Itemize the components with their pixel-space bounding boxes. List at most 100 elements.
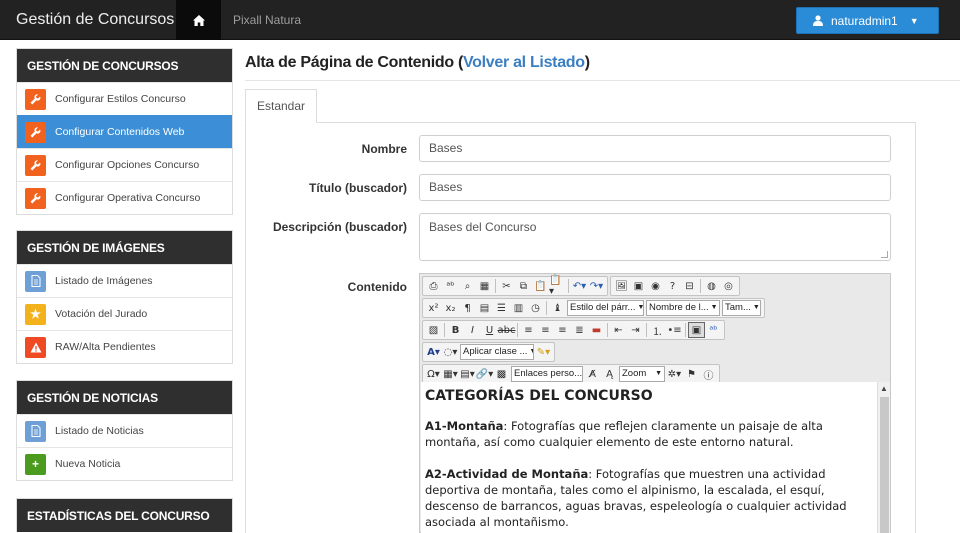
clear-format-icon[interactable]: ▬ — [588, 322, 605, 338]
redo-icon[interactable]: ↷▾ — [588, 278, 605, 294]
new-doc-icon[interactable]: ▧ — [425, 322, 442, 338]
description-value: Bases del Concurso — [429, 220, 537, 234]
editor-scrollbar[interactable]: ▲ — [877, 382, 890, 533]
scroll-thumb[interactable] — [880, 397, 889, 533]
preview-icon[interactable]: ⊟ — [681, 278, 698, 294]
calendar-icon[interactable]: ▥ — [510, 300, 527, 316]
remove-format-icon[interactable]: Ą — [601, 366, 618, 382]
resize-handle[interactable] — [881, 251, 888, 258]
seo-title-label: Título (buscador) — [309, 181, 407, 195]
sidebar-item-options[interactable]: Configurar Opciones Concurso — [17, 148, 232, 181]
undo-icon[interactable]: ↶▾ — [571, 278, 588, 294]
anchor-icon[interactable]: ▩ — [493, 366, 510, 382]
chevron-down-icon: ▼ — [752, 304, 760, 311]
sidebar-item-label: Configurar Operativa Concurso — [55, 192, 201, 204]
insert-table-icon[interactable]: ▦▾ — [442, 366, 459, 382]
description-field[interactable]: Bases del Concurso — [419, 213, 891, 261]
outdent-icon[interactable]: ⇤ — [610, 322, 627, 338]
sidebar-item-label: Votación del Jurado — [55, 308, 148, 320]
divider — [517, 323, 518, 337]
paste-special-icon[interactable]: 📋▾ — [549, 275, 566, 297]
special-char-icon[interactable]: Ω▾ — [425, 366, 442, 382]
align-right-icon[interactable]: ≡ — [554, 322, 571, 338]
subscript-icon[interactable]: x₂ — [442, 300, 459, 316]
italic-icon[interactable]: I — [464, 322, 481, 338]
indent-icon[interactable]: ⇥ — [627, 322, 644, 338]
sidebar-item-operations[interactable]: Configurar Operativa Concurso — [17, 181, 232, 214]
underline-icon[interactable]: U — [481, 322, 498, 338]
paste-icon[interactable]: 📋 — [532, 278, 549, 294]
sidebar-item-styles[interactable]: Configurar Estilos Concurso — [17, 82, 232, 115]
site-link[interactable]: Pixall Natura — [233, 0, 301, 40]
font-name-select[interactable]: Nombre de l... ▼ — [646, 300, 720, 316]
seo-title-field[interactable]: Bases — [419, 174, 891, 201]
find-icon[interactable]: ⌕ — [459, 278, 476, 294]
user-name: naturadmin1 — [831, 13, 898, 28]
bookmark-icon[interactable]: ⚑ — [683, 366, 700, 382]
toolbar-group: 🖼 ▣ ◉ ? ⊟ ◍ ◎ — [610, 276, 740, 296]
bullet-list-icon[interactable]: •≡ — [666, 322, 683, 338]
background-color-icon[interactable]: ◌▾ — [442, 344, 459, 360]
block-icon[interactable]: ▣ — [688, 322, 705, 338]
bold-icon[interactable]: B — [447, 322, 464, 338]
sidebar-item-label: Configurar Contenidos Web — [55, 126, 185, 138]
scroll-up-icon[interactable]: ▲ — [878, 384, 890, 393]
layer-icon[interactable]: ▤▾ — [459, 366, 476, 382]
category-title: A1-Montaña — [425, 419, 504, 433]
spellcheck-toggle-icon[interactable]: ᵃᵇ — [705, 322, 722, 338]
cut-icon[interactable]: ✂ — [498, 278, 515, 294]
sidebar-item-raw-pending[interactable]: RAW/Alta Pendientes — [17, 330, 232, 363]
print-icon[interactable]: ⎙ — [425, 278, 442, 294]
info-icon[interactable]: ⓘ — [700, 366, 717, 382]
title-divider — [245, 80, 960, 81]
paragraph-style-value: Estilo del párr... — [570, 302, 636, 313]
sidebar-item-image-list[interactable]: Listado de Imágenes — [17, 264, 232, 297]
source-icon[interactable]: ◎ — [720, 278, 737, 294]
superscript-icon[interactable]: x² — [425, 300, 442, 316]
font-size-select[interactable]: Tam... ▼ — [722, 300, 761, 316]
paragraph-icon[interactable]: ¶ — [459, 300, 476, 316]
text-color-icon[interactable]: A▾ — [425, 344, 442, 360]
back-to-list-link[interactable]: Volver al Listado — [463, 54, 585, 71]
clock-icon[interactable]: ◷ — [527, 300, 544, 316]
align-left-icon[interactable]: ≡ — [520, 322, 537, 338]
sidebar-item-web-content[interactable]: Configurar Contenidos Web — [17, 115, 232, 148]
chevron-down-icon: ▼ — [582, 367, 583, 381]
highlighter-icon[interactable]: ✎▾ — [535, 344, 552, 360]
template-icon[interactable]: ◍ — [703, 278, 720, 294]
custom-links-select[interactable]: Enlaces perso...▼ — [511, 366, 583, 382]
link-icon[interactable]: 🔗▾ — [476, 366, 493, 382]
tab-standard[interactable]: Estandar — [245, 89, 317, 123]
home-button[interactable] — [176, 0, 221, 40]
align-justify-icon[interactable]: ≣ — [571, 322, 588, 338]
sidebar-item-jury-vote[interactable]: ★ Votación del Jurado — [17, 297, 232, 330]
image-icon[interactable]: 🖼 — [613, 278, 630, 294]
align-center-icon[interactable]: ≡ — [537, 322, 554, 338]
replace-icon[interactable]: A̸ — [584, 366, 601, 382]
sidebar-item-label: Nueva Noticia — [55, 458, 121, 470]
help-icon[interactable]: ? — [664, 278, 681, 294]
select-all-icon[interactable]: ▦ — [476, 278, 493, 294]
media-icon[interactable]: ◉ — [647, 278, 664, 294]
flash-icon[interactable]: ▣ — [630, 278, 647, 294]
sidebar-item-new-news[interactable]: + Nueva Noticia — [17, 447, 232, 480]
name-field[interactable]: Bases — [419, 135, 891, 162]
format-painter-icon[interactable]: ♝ — [549, 300, 566, 316]
user-menu-button[interactable]: naturadmin1 ▼ — [796, 7, 939, 34]
app-brand[interactable]: Gestión de Concursos — [16, 0, 174, 40]
numbered-list-icon[interactable]: ⒈ — [649, 322, 666, 338]
table-icon[interactable]: ▤ — [476, 300, 493, 316]
sidebar-item-news-list[interactable]: Listado de Noticias — [17, 414, 232, 447]
strikethrough-icon[interactable]: abc — [498, 322, 516, 338]
apply-class-select[interactable]: Aplicar clase ...▼ — [460, 344, 534, 360]
news-panel: GESTIÓN DE NOTICIAS Listado de Noticias … — [16, 380, 233, 481]
tools-icon[interactable]: ✲▾ — [666, 366, 683, 382]
toolbar-row-2: x² x₂ ¶ ▤ ☰ ▥ ◷ ♝ Estilo del párr... ▼ No… — [422, 298, 767, 318]
horizontal-rule-icon[interactable]: ☰ — [493, 300, 510, 316]
zoom-select[interactable]: Zoom ▼ — [619, 366, 665, 382]
toolbar-row-3: ▧ B I U abc ≡ ≡ ≡ ≣ ▬ ⇤ ⇥ ⒈ •≡ ▣ ᵃᵇ — [422, 320, 727, 340]
spellcheck-icon[interactable]: ᵃᵇ — [442, 278, 459, 294]
paragraph-style-select[interactable]: Estilo del párr... ▼ — [567, 300, 644, 316]
copy-icon[interactable]: ⧉ — [515, 278, 532, 294]
editor-content-area[interactable]: CATEGORÍAS DEL CONCURSO A1-Montaña: Foto… — [421, 382, 877, 533]
